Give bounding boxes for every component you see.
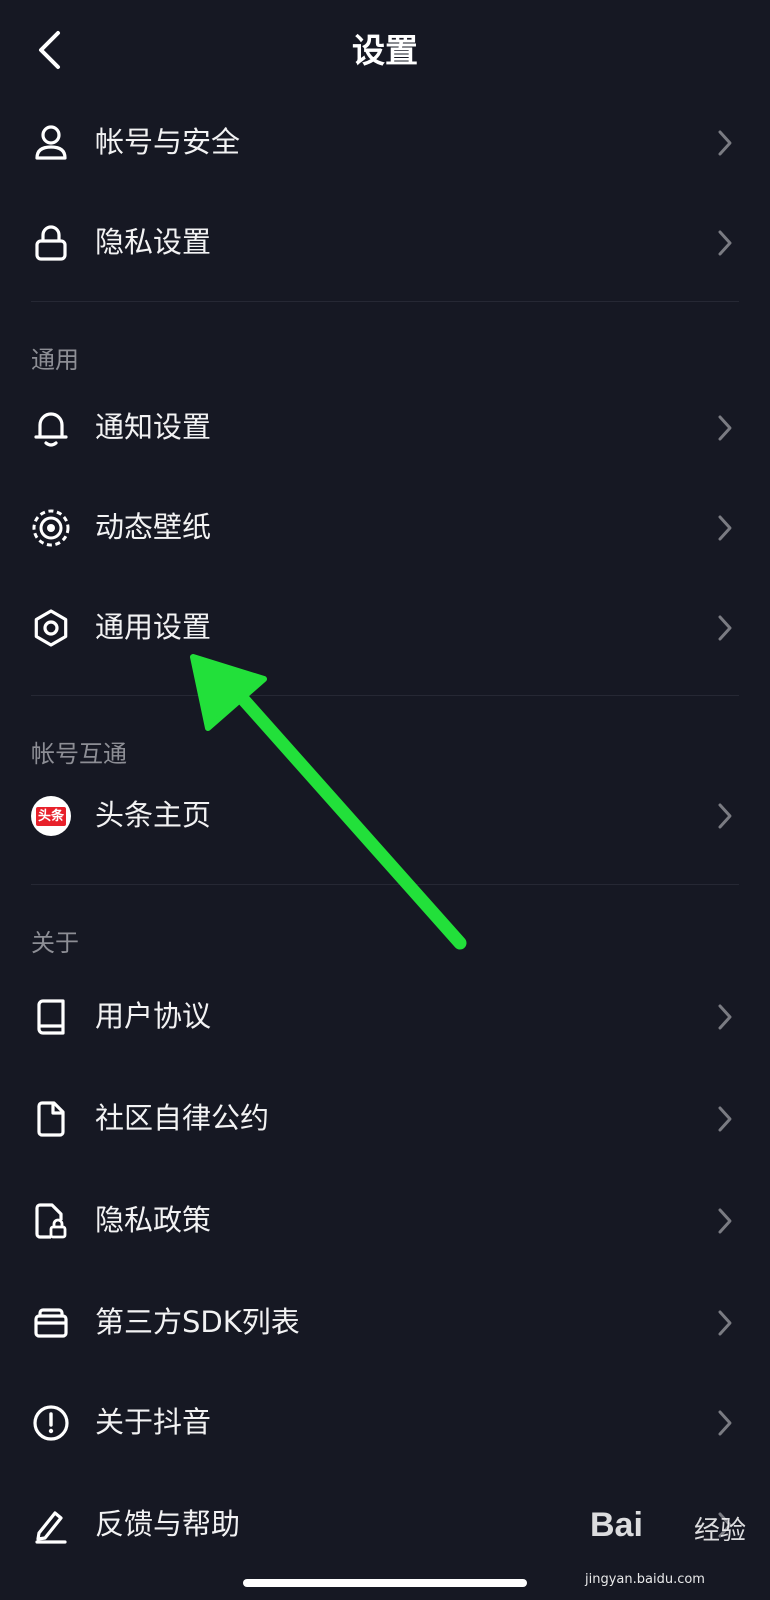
chevron-right-icon — [718, 230, 732, 256]
toutiao-logo-text: 头条 — [35, 806, 66, 826]
chevron-right-icon — [718, 415, 732, 441]
menu-item-community-guidelines[interactable]: 社区自律公约 — [0, 1068, 770, 1168]
person-icon — [30, 122, 72, 164]
pencil-icon — [30, 1504, 72, 1546]
menu-item-general-settings[interactable]: 通用设置 — [0, 577, 770, 677]
menu-item-label: 头条主页 — [95, 798, 212, 832]
section-header-general: 通用 — [31, 346, 79, 374]
chevron-right-icon — [718, 803, 732, 829]
chevron-right-icon — [718, 1208, 732, 1234]
menu-item-label: 用户协议 — [95, 999, 212, 1033]
watermark-brand-cn: 经验 — [694, 1516, 747, 1546]
menu-item-toutiao-home[interactable]: 头条 头条主页 — [0, 765, 770, 865]
header: 设置 — [0, 0, 770, 100]
menu-item-label: 帐号与安全 — [95, 125, 241, 159]
menu-item-privacy-policy[interactable]: 隐私政策 — [0, 1170, 770, 1270]
menu-item-label: 通用设置 — [95, 610, 212, 644]
document-icon — [30, 1098, 72, 1140]
menu-item-live-wallpaper[interactable]: 动态壁纸 — [0, 477, 770, 577]
chevron-right-icon — [718, 1410, 732, 1436]
watermark-brand: Bai — [590, 1506, 643, 1544]
lock-icon — [30, 222, 72, 264]
chevron-right-icon — [718, 1310, 732, 1336]
info-icon — [30, 1402, 72, 1444]
divider — [31, 695, 739, 696]
section-header-account-link: 帐号互通 — [31, 740, 127, 768]
menu-item-label: 社区自律公约 — [95, 1101, 270, 1135]
divider — [31, 884, 739, 885]
home-indicator[interactable] — [243, 1579, 527, 1587]
baidu-watermark: Bai 经验 — [590, 1498, 770, 1558]
menu-item-label: 隐私政策 — [95, 1203, 212, 1237]
bell-icon — [30, 407, 72, 449]
menu-item-account-security[interactable]: 帐号与安全 — [0, 92, 770, 192]
menu-item-label: 关于抖音 — [95, 1405, 212, 1439]
menu-item-label: 第三方SDK列表 — [95, 1305, 300, 1339]
toutiao-logo-wrap: 头条 — [30, 795, 72, 837]
menu-item-label: 通知设置 — [95, 410, 212, 444]
document-lock-icon — [30, 1200, 72, 1242]
menu-item-user-agreement[interactable]: 用户协议 — [0, 966, 770, 1066]
menu-item-notification-settings[interactable]: 通知设置 — [0, 377, 770, 477]
wallpaper-icon — [30, 507, 72, 549]
page-title: 设置 — [352, 31, 418, 70]
chevron-right-icon — [718, 130, 732, 156]
menu-item-label: 动态壁纸 — [95, 510, 212, 544]
chevron-right-icon — [718, 615, 732, 641]
chevron-right-icon — [718, 515, 732, 541]
menu-item-privacy-settings[interactable]: 隐私设置 — [0, 192, 770, 292]
menu-item-label: 隐私设置 — [95, 225, 212, 259]
menu-item-label: 反馈与帮助 — [95, 1507, 241, 1541]
chevron-right-icon — [718, 1106, 732, 1132]
book-icon — [30, 996, 72, 1038]
section-header-about: 关于 — [31, 929, 79, 957]
menu-item-third-party-sdk[interactable]: 第三方SDK列表 — [0, 1272, 770, 1372]
toutiao-logo: 头条 — [31, 796, 71, 836]
divider — [31, 301, 739, 302]
watermark-url: jingyan.baidu.com — [585, 1572, 705, 1587]
menu-item-about-douyin[interactable]: 关于抖音 — [0, 1372, 770, 1472]
gear-icon — [30, 607, 72, 649]
chevron-right-icon — [718, 1004, 732, 1030]
wallet-icon — [30, 1302, 72, 1344]
